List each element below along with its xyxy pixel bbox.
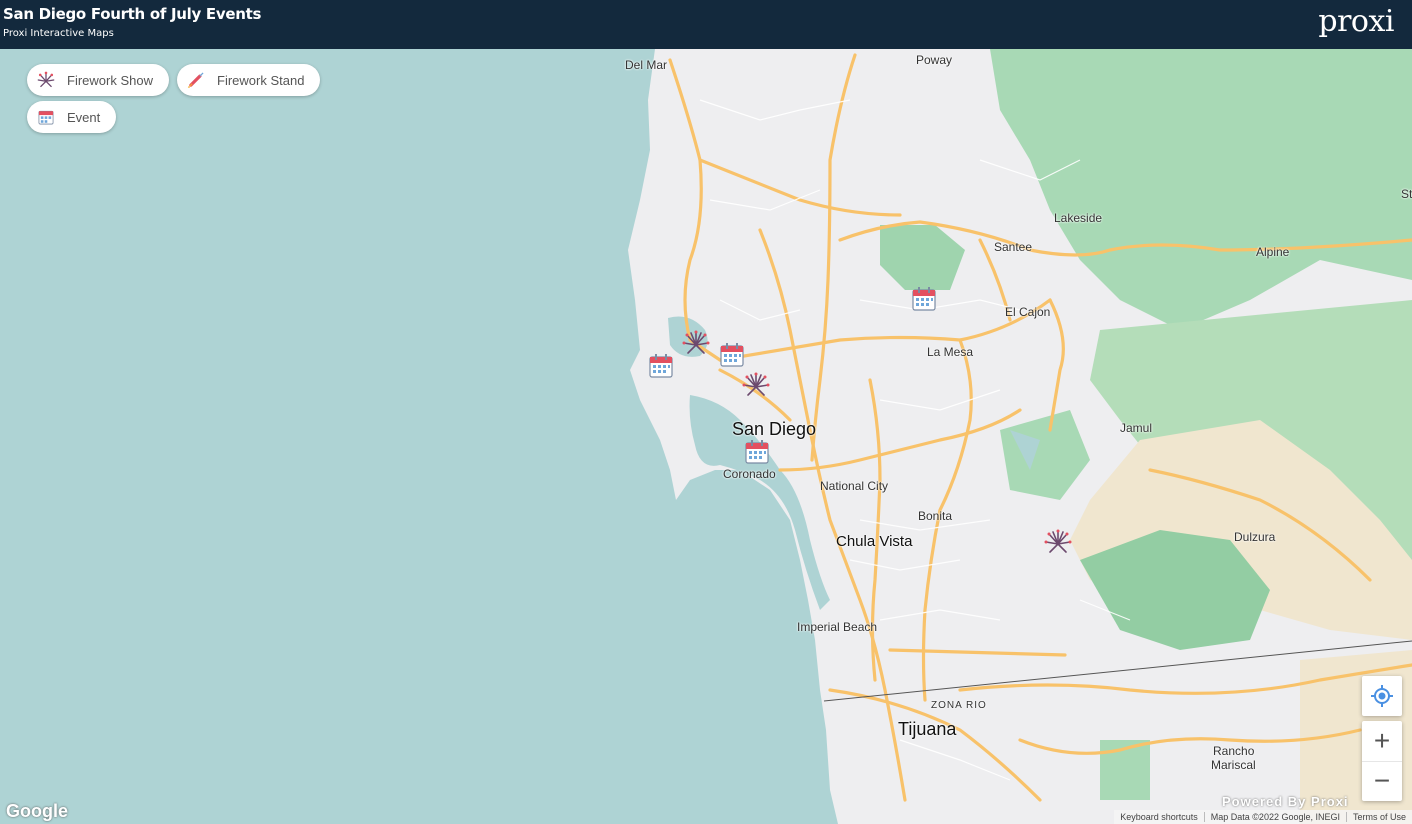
- locate-button[interactable]: [1362, 676, 1402, 716]
- proxi-logo[interactable]: proxi: [1318, 4, 1394, 39]
- place-tijuana: Tijuana: [898, 719, 957, 739]
- place-alpine: Alpine: [1256, 245, 1290, 259]
- filter-firework-show-label: Firework Show: [67, 72, 153, 88]
- keyboard-shortcuts-link[interactable]: Keyboard shortcuts: [1114, 812, 1205, 822]
- calendar-icon[interactable]: [647, 352, 675, 380]
- place-rancho: Rancho: [1213, 744, 1255, 758]
- zoom-in-button[interactable]: +: [1362, 721, 1402, 762]
- place-edge-st: St: [1401, 187, 1412, 201]
- place-zona-rio: ZONA RIO: [931, 700, 987, 711]
- place-la-mesa: La Mesa: [927, 345, 974, 359]
- place-imperial-beach: Imperial Beach: [797, 620, 878, 634]
- place-bonita: Bonita: [918, 509, 953, 523]
- firework-show-icon: [37, 71, 55, 88]
- firework-show-icon[interactable]: [742, 371, 770, 399]
- place-poway: Poway: [916, 53, 953, 67]
- firework-stand-icon: [187, 72, 204, 89]
- place-el-cajon: El Cajon: [1005, 305, 1051, 319]
- filter-firework-stand-label: Firework Stand: [217, 72, 305, 88]
- locate-icon: [1371, 685, 1393, 707]
- place-jamul: Jamul: [1120, 421, 1153, 435]
- map[interactable]: Del Mar Poway Lakeside Santee Alpine El …: [0, 49, 1412, 824]
- firework-show-icon[interactable]: [682, 329, 710, 357]
- calendar-icon[interactable]: [910, 285, 938, 313]
- page-subtitle: Proxi Interactive Maps: [3, 28, 114, 39]
- place-del-mar: Del Mar: [625, 58, 668, 72]
- place-dulzura: Dulzura: [1234, 530, 1276, 544]
- filter-event-button[interactable]: Event: [27, 101, 117, 133]
- filter-firework-stand-button[interactable]: Firework Stand: [177, 64, 321, 96]
- place-santee: Santee: [994, 240, 1033, 254]
- filter-event-label: Event: [67, 109, 101, 125]
- place-mariscal: Mariscal: [1211, 758, 1256, 772]
- terms-link[interactable]: Terms of Use: [1347, 812, 1412, 822]
- header: San Diego Fourth of July Events Proxi In…: [0, 0, 1412, 49]
- place-san-diego: San Diego: [732, 419, 817, 439]
- calendar-icon: [38, 110, 54, 125]
- zoom-control: + −: [1362, 721, 1402, 801]
- place-coronado: Coronado: [723, 467, 776, 481]
- powered-by-proxi[interactable]: Powered By Proxi: [1222, 794, 1349, 809]
- map-base: [0, 49, 1412, 824]
- firework-show-icon[interactable]: [1044, 528, 1072, 556]
- calendar-icon[interactable]: [718, 341, 746, 369]
- place-national-city: National City: [820, 479, 889, 493]
- map-data-text: Map Data ©2022 Google, INEGI: [1205, 812, 1347, 822]
- map-attribution: Keyboard shortcuts Map Data ©2022 Google…: [1114, 810, 1412, 824]
- place-lakeside: Lakeside: [1054, 211, 1103, 225]
- google-logo[interactable]: Google: [6, 801, 68, 822]
- page-title: San Diego Fourth of July Events: [3, 5, 262, 23]
- place-chula-vista: Chula Vista: [836, 533, 913, 550]
- calendar-icon[interactable]: [743, 438, 771, 466]
- zoom-out-button[interactable]: −: [1362, 762, 1402, 802]
- filter-firework-show-button[interactable]: Firework Show: [27, 64, 169, 96]
